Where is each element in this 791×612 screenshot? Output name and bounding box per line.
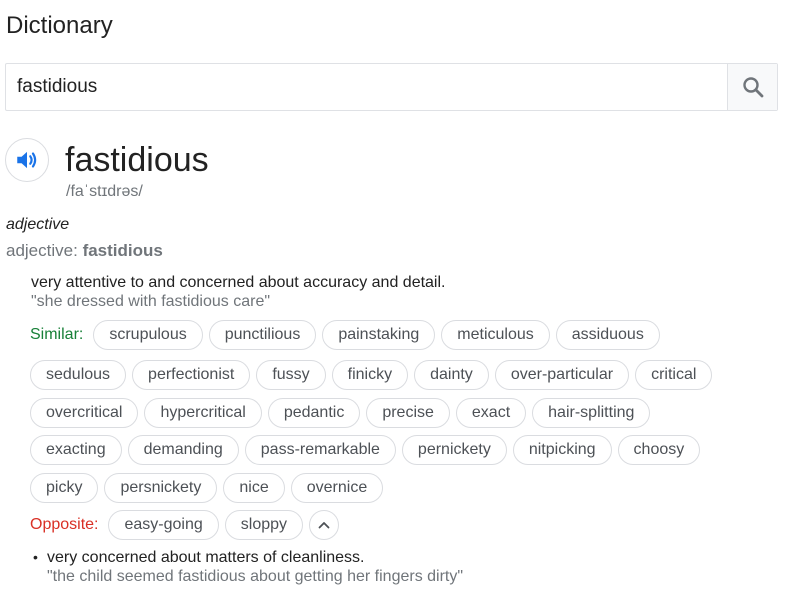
- synonym-chip[interactable]: perfectionist: [132, 360, 251, 390]
- synonym-chip[interactable]: fussy: [256, 360, 326, 390]
- synonym-chip[interactable]: hypercritical: [144, 398, 262, 428]
- speaker-icon: [17, 151, 37, 169]
- synonym-chip[interactable]: painstaking: [322, 320, 436, 350]
- search-box: [5, 63, 778, 111]
- bullet: •: [33, 549, 38, 565]
- opposite-row: Opposite: easy-going sloppy: [30, 510, 340, 540]
- page-title: Dictionary: [6, 12, 113, 39]
- synonym-chip[interactable]: critical: [635, 360, 713, 390]
- synonym-chip[interactable]: overnice: [290, 473, 384, 503]
- synonym-chip[interactable]: pass-remarkable: [244, 435, 396, 465]
- synonym-chip[interactable]: punctilious: [208, 320, 317, 350]
- similar-label: Similar:: [30, 326, 84, 343]
- word-forms: adjective: fastidious: [6, 241, 163, 261]
- phonetic: /faˈstɪdrəs/: [66, 183, 143, 200]
- synonym-chip[interactable]: demanding: [127, 435, 239, 465]
- part-of-speech: adjective: [6, 216, 70, 233]
- synonym-chip[interactable]: exacting: [30, 435, 122, 465]
- synonym-chip[interactable]: over-particular: [494, 360, 630, 390]
- synonym-chip[interactable]: dainty: [414, 360, 489, 390]
- antonym-chip[interactable]: sloppy: [224, 510, 304, 540]
- synonym-chip[interactable]: finicky: [331, 360, 409, 390]
- definition-1: very attentive to and concerned about ac…: [31, 274, 446, 291]
- search-input[interactable]: [6, 64, 727, 110]
- collapse-button[interactable]: [309, 510, 340, 540]
- synonym-chip[interactable]: precise: [366, 398, 450, 428]
- synonym-chip[interactable]: persnickety: [104, 473, 218, 503]
- synonym-chip[interactable]: exact: [455, 398, 527, 428]
- synonym-chip[interactable]: scrupulous: [93, 320, 203, 350]
- pronunciation-button[interactable]: [5, 138, 49, 182]
- opposite-label: Opposite:: [30, 516, 99, 533]
- synonym-chip[interactable]: sedulous: [30, 360, 127, 390]
- synonym-chip[interactable]: assiduous: [555, 320, 660, 350]
- similar-row-4: exacting demanding pass-remarkable perni…: [30, 435, 701, 465]
- chevron-up-icon: [318, 522, 330, 529]
- synonym-chip[interactable]: overcritical: [30, 398, 139, 428]
- similar-row-2: sedulous perfectionist fussy finicky dai…: [30, 360, 713, 390]
- synonym-chip[interactable]: pernickety: [401, 435, 507, 465]
- similar-row-1: Similar: scrupulous punctilious painstak…: [30, 320, 660, 350]
- search-icon: [742, 77, 763, 98]
- similar-row-3: overcritical hypercritical pedantic prec…: [30, 398, 651, 428]
- search-button[interactable]: [727, 64, 777, 110]
- synonym-chip[interactable]: nitpicking: [512, 435, 612, 465]
- example-2: "the child seemed fastidious about getti…: [47, 568, 464, 585]
- example-1: "she dressed with fastidious care": [31, 293, 271, 310]
- word-forms-label: adjective:: [6, 241, 78, 260]
- antonym-chip[interactable]: easy-going: [108, 510, 219, 540]
- similar-row-5: picky persnickety nice overnice: [30, 473, 384, 503]
- synonym-chip[interactable]: picky: [30, 473, 99, 503]
- definition-2: very concerned about matters of cleanlin…: [47, 549, 365, 566]
- synonym-chip[interactable]: pedantic: [267, 398, 361, 428]
- synonym-chip[interactable]: hair-splitting: [532, 398, 651, 428]
- synonym-chip[interactable]: meticulous: [441, 320, 550, 350]
- word-forms-value: fastidious: [82, 241, 163, 260]
- synonym-chip[interactable]: nice: [223, 473, 285, 503]
- headword: fastidious: [65, 141, 209, 179]
- synonym-chip[interactable]: choosy: [617, 435, 701, 465]
